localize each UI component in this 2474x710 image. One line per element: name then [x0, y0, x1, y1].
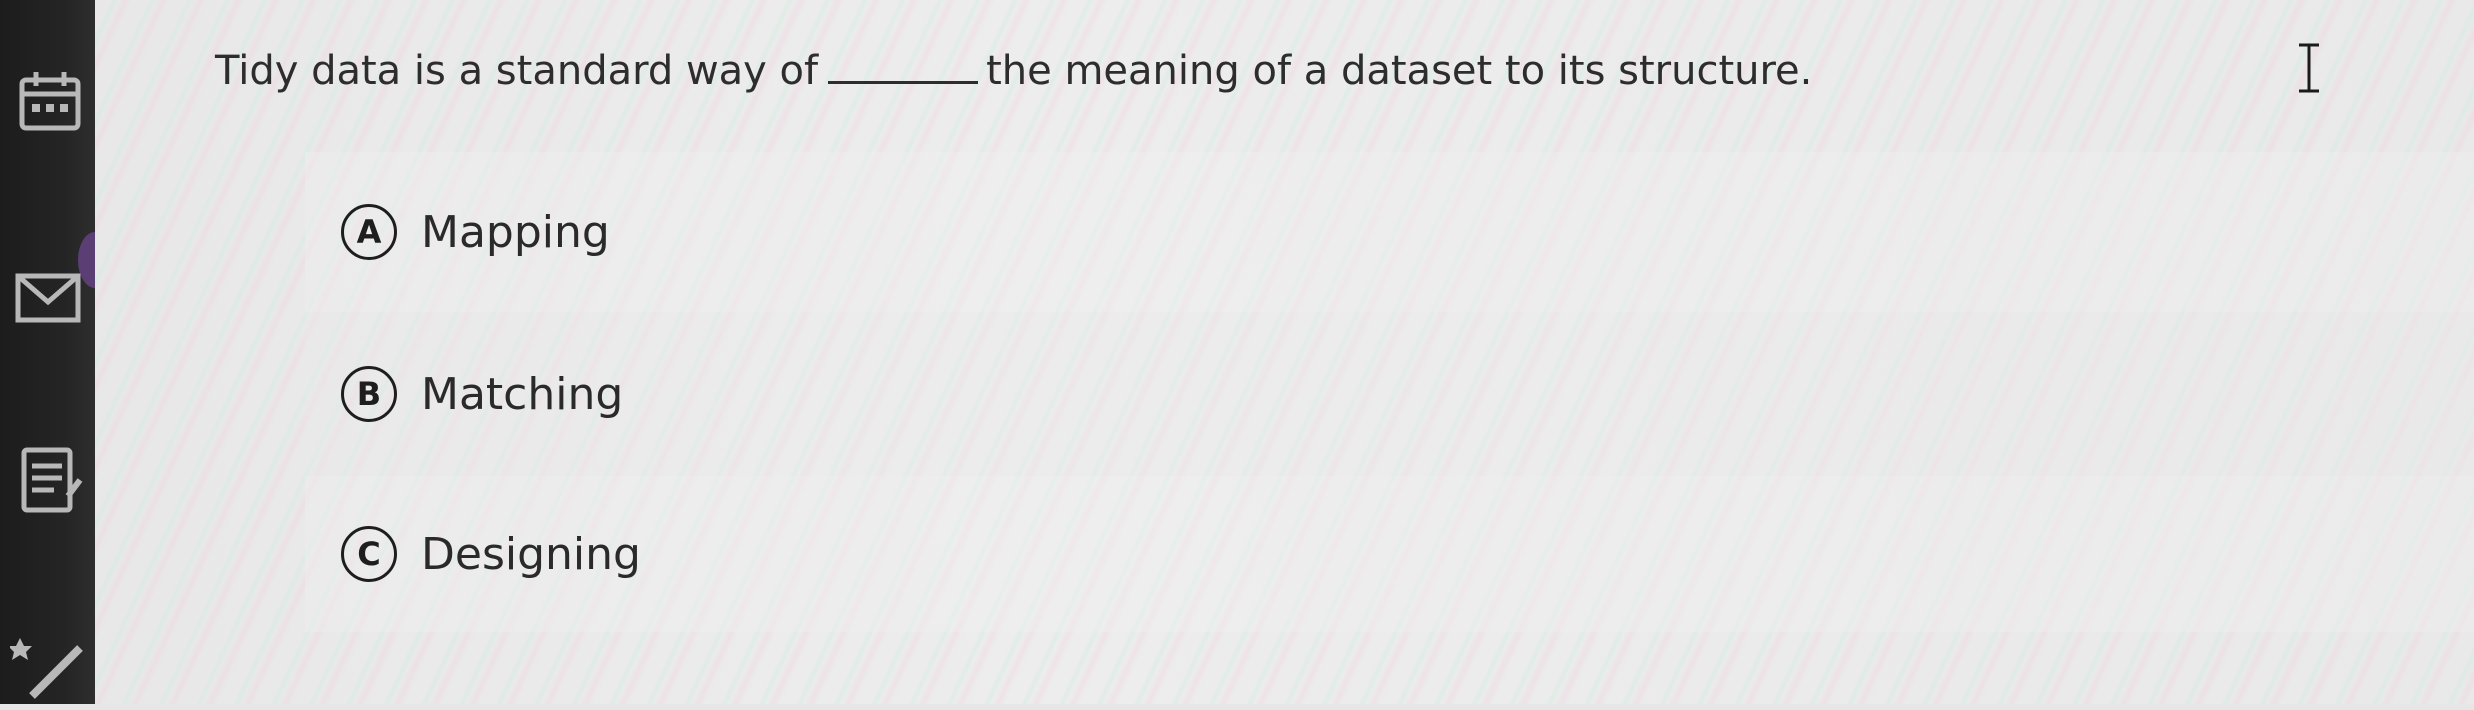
answer-blank	[828, 51, 979, 84]
mail-icon[interactable]	[10, 258, 90, 338]
notes-icon[interactable]	[10, 440, 90, 520]
question-after-blank: the meaning of a dataset to its structur…	[986, 48, 1813, 94]
option-c[interactable]: C Designing	[305, 476, 2474, 632]
text-cursor-icon	[2295, 42, 2323, 94]
question-before-blank: Tidy data is a standard way of	[215, 48, 819, 94]
option-label: Mapping	[421, 206, 610, 258]
option-label: Matching	[421, 368, 624, 420]
left-sidebar	[0, 0, 112, 706]
option-label: Designing	[421, 528, 641, 580]
option-letter-badge: A	[341, 204, 397, 260]
option-letter-badge: C	[341, 526, 397, 582]
option-b[interactable]: B Matching	[305, 312, 2474, 476]
option-letter-badge: B	[341, 366, 397, 422]
option-a[interactable]: A Mapping	[305, 152, 2474, 312]
question-text: Tidy data is a standard way of the meanin…	[215, 48, 1812, 94]
edit-icon[interactable]	[8, 626, 90, 706]
calendar-icon[interactable]	[10, 62, 90, 142]
